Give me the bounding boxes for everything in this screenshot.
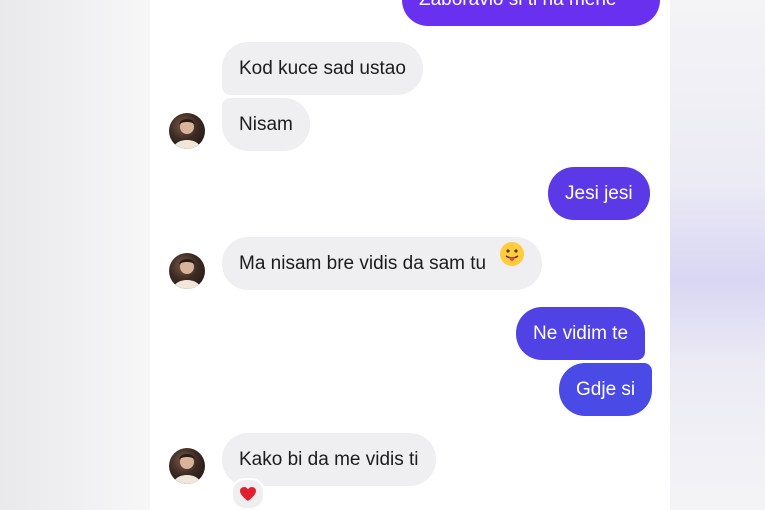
message-text: Kod kuce sad ustao — [239, 58, 406, 79]
incoming-message-bubble[interactable]: Nisam — [222, 98, 310, 151]
outgoing-message-bubble[interactable]: Zaboravio si ti na mene — [402, 0, 660, 26]
chat-thread[interactable]: Zaboravio si ti na mene Kod kuce sad ust… — [150, 0, 670, 510]
message-text: Zaboravio si ti na mene — [419, 0, 617, 10]
incoming-message-bubble[interactable]: Ma nisam bre vidis da sam tu — [222, 235, 543, 290]
outgoing-message-bubble[interactable]: Jesi jesi — [548, 167, 650, 220]
avatar-photo-icon — [173, 454, 201, 484]
contact-avatar[interactable] — [169, 253, 205, 289]
background-left-margin — [0, 0, 150, 510]
outgoing-message-bubble[interactable]: Gdje si — [559, 363, 653, 416]
message-text: Nisam — [239, 114, 293, 135]
contact-avatar[interactable] — [169, 113, 205, 149]
message-reaction[interactable] — [231, 478, 265, 510]
message-text: Gdje si — [576, 379, 636, 400]
outgoing-message-bubble[interactable]: Ne vidim te — [516, 307, 646, 360]
message-text: Kako bi da me vidis ti — [239, 449, 419, 470]
contact-avatar[interactable] — [169, 448, 205, 484]
incoming-message-bubble[interactable]: Kod kuce sad ustao — [222, 42, 423, 95]
avatar-photo-icon — [173, 259, 201, 289]
background-right-margin — [670, 0, 765, 510]
message-text: Jesi jesi — [565, 183, 633, 204]
message-text: Ma nisam bre vidis da sam tu — [239, 253, 487, 274]
message-text: Ne vidim te — [533, 323, 629, 344]
red-heart-icon — [240, 487, 256, 501]
face-with-tongue-icon — [499, 235, 525, 288]
avatar-photo-icon — [173, 119, 201, 149]
